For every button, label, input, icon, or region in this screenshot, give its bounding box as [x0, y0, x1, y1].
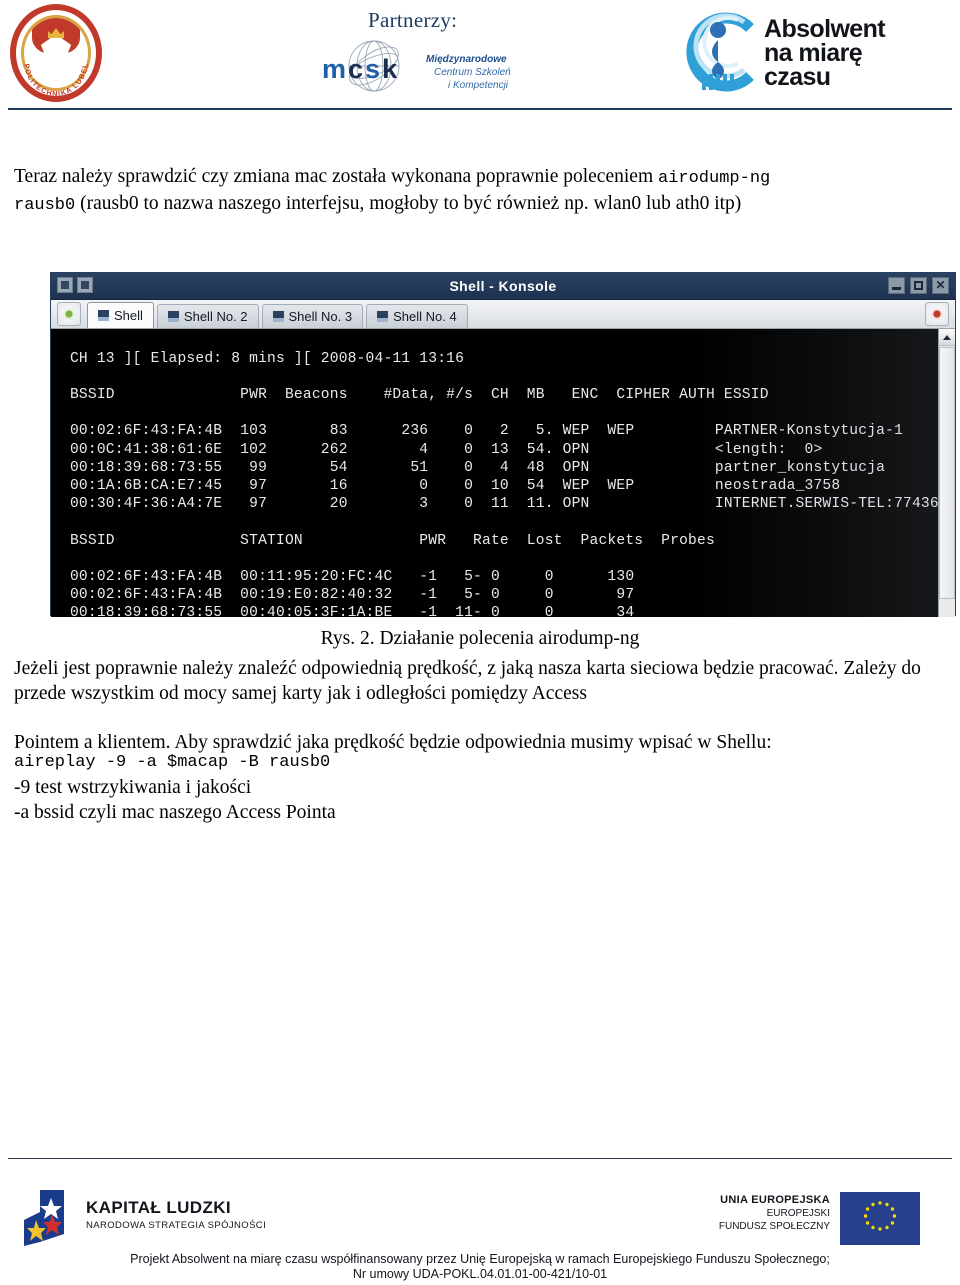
intro-text-a: Teraz należy sprawdzić czy zmiana mac zo… — [14, 166, 658, 187]
kapital-ludzki-subtitle: NARODOWA STRATEGIA SPÓJNOŚCI — [86, 1220, 267, 1231]
mcsk-logo: mcsk Międzynarodowe Centrum Szkoleń i Ko… — [322, 38, 537, 96]
konsole-tab-bar: Shell Shell No. 2 Shell No. 3 Shell No. … — [51, 300, 955, 329]
tab-shell-3[interactable]: Shell No. 3 — [261, 304, 364, 328]
absolwent-na-miare-czasu-logo: Absolwent na miarę czasu — [672, 8, 887, 98]
tab-shell-4[interactable]: Shell No. 4 — [366, 304, 468, 328]
intro-text-b: (rausb0 to nazwa naszego interfejsu, mog… — [75, 193, 742, 214]
new-session-button[interactable] — [57, 302, 81, 326]
unia-line3: FUNDUSZ SPOŁECZNY — [718, 1221, 830, 1232]
option-note-a: -a bssid czyli mac naszego Access Pointa — [14, 802, 336, 823]
absolwent-line2: na miarę — [764, 39, 863, 67]
header-divider — [8, 108, 952, 110]
close-button[interactable]: ✕ — [932, 277, 949, 294]
footer-note-line2: Nr umowy UDA-POKL.04.01.01-00-421/10-01 — [352, 1267, 608, 1281]
maximize-button[interactable] — [910, 277, 927, 294]
body-paragraph-1: Jeżeli jest poprawnie należy znaleźć odp… — [14, 658, 921, 704]
mcsk-subtitle-line2: Centrum Szkoleń — [434, 67, 511, 78]
absolwent-line3: czasu — [764, 63, 831, 91]
figure-caption: Rys. 2. Działanie polecenia airodump-ng — [320, 628, 640, 649]
eu-stars-circle — [863, 1201, 897, 1231]
eu-flag-icon — [840, 1192, 920, 1245]
politechnika-lubelska-seal-logo: POLITECHNIKA LUBELSKA — [10, 4, 106, 104]
partners-label: Partnerzy: — [368, 8, 458, 32]
body-paragraph-2: Pointem a klientem. Aby sprawdzić jaka p… — [14, 732, 772, 753]
terminal-icon — [377, 311, 389, 322]
footer-funding-note: Projekt Absolwent na miarę czasu współfi… — [0, 1252, 960, 1282]
titlebar-window-buttons: ✕ — [888, 277, 949, 294]
tab-label: Shell No. 3 — [288, 309, 353, 324]
footer-divider — [8, 1158, 952, 1159]
svg-text:POLITECHNIKA LUBELSKA: POLITECHNIKA LUBELSKA — [10, 4, 90, 98]
unia-line1: UNIA EUROPEJSKA — [720, 1194, 830, 1206]
konsole-titlebar[interactable]: Shell - Konsole ✕ — [51, 273, 955, 300]
terminal-icon — [167, 311, 179, 322]
tab-shell-1[interactable]: Shell — [87, 302, 154, 328]
intro-code-airodump: airodump-ng — [658, 169, 771, 188]
mcsk-subtitle-line1: Międzynarodowe — [426, 54, 507, 65]
unia-europejska-wordmark: UNIA EUROPEJSKA EUROPEJSKI FUNDUSZ SPOŁE… — [719, 1194, 830, 1232]
unia-line2: EUROPEJSKI — [766, 1208, 830, 1219]
terminal-screen[interactable]: CH 13 ][ Elapsed: 8 mins ][ 2008-04-11 1… — [51, 329, 955, 617]
airodump-output-text: CH 13 ][ Elapsed: 8 mins ][ 2008-04-11 1… — [69, 350, 955, 617]
minimize-button[interactable] — [888, 277, 905, 294]
terminal-scrollbar[interactable] — [938, 329, 955, 617]
terminal-icon — [98, 310, 109, 321]
tab-label: Shell — [114, 308, 143, 323]
new-session-icon — [65, 310, 73, 318]
unia-europejska-logo: UNIA EUROPEJSKA EUROPEJSKI FUNDUSZ SPOŁE… — [672, 1192, 920, 1245]
konsole-terminal-window: Shell - Konsole ✕ Shell Shell No. 2 Shel… — [50, 272, 956, 617]
window-title: Shell - Konsole — [449, 278, 557, 294]
seal-ring-text: POLITECHNIKA LUBELSKA — [10, 4, 90, 98]
kapital-ludzki-logo: KAPITAŁ LUDZKI NARODOWA STRATEGIA SPÓJNO… — [24, 1190, 324, 1246]
option-note-9: -9 test wstrzykiwania i jakości — [14, 777, 252, 798]
close-icon: ✕ — [935, 278, 946, 292]
kapital-ludzki-title: KAPITAŁ LUDZKI — [86, 1198, 232, 1217]
footer-note-line1: Projekt Absolwent na miarę czasu współfi… — [130, 1252, 830, 1266]
aireplay-command-text: aireplay -9 -a $macap -B rausb0 — [14, 753, 331, 772]
kapital-ludzki-wordmark: KAPITAŁ LUDZKI NARODOWA STRATEGIA SPÓJNO… — [86, 1198, 266, 1231]
mcsk-wordmark: mcsk — [322, 54, 400, 84]
scroll-up-arrow-icon[interactable] — [939, 329, 955, 346]
absolwent-logo-mark-icon — [686, 12, 754, 92]
tab-label: Shell No. 2 — [183, 309, 248, 324]
page-header: POLITECHNIKA LUBELSKA Partnerzy: mcsk Mi… — [0, 0, 960, 112]
tab-shell-2[interactable]: Shell No. 2 — [156, 304, 259, 328]
mcsk-subtitle-line3: i Kompetencji — [448, 80, 509, 91]
absolwent-wordmark: Absolwent na miarę czasu — [764, 15, 886, 91]
terminal-icon — [272, 311, 284, 322]
scrollbar-thumb[interactable] — [939, 347, 955, 599]
close-session-button[interactable] — [925, 302, 949, 326]
absolwent-line1: Absolwent — [764, 15, 886, 43]
close-session-icon — [933, 310, 941, 318]
intro-code-rausb0: rausb0 — [14, 196, 76, 215]
tab-label: Shell No. 4 — [393, 309, 457, 324]
intro-paragraph: Teraz należy sprawdzić czy zmiana mac zo… — [14, 164, 948, 218]
kapital-ludzki-stars-icon — [24, 1190, 64, 1246]
